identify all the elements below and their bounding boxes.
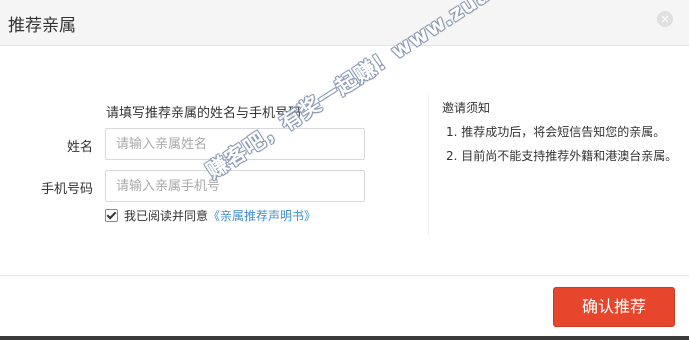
- phone-label: 手机号码: [40, 182, 93, 197]
- notice-item: 1. 推荐成功后，将会短信告知您的亲属。: [446, 125, 666, 139]
- confirm-button[interactable]: 确认推荐: [553, 287, 675, 327]
- notice-item: 2. 目前尚不能支持推荐外籍和港澳台亲属。: [446, 149, 678, 163]
- agree-text: 我已阅读并同意: [124, 209, 209, 223]
- footer-divider: [0, 275, 689, 276]
- agree-checkbox[interactable]: [105, 209, 118, 222]
- close-icon[interactable]: ×: [657, 11, 673, 27]
- vertical-divider: [428, 95, 429, 235]
- terms-link[interactable]: 《亲属推荐声明书》: [208, 207, 316, 224]
- name-label: 姓名: [66, 140, 93, 155]
- bottom-bar: [0, 336, 689, 340]
- name-input[interactable]: [105, 128, 365, 160]
- form-instruction: 请填写推荐亲属的姓名与手机号码: [106, 106, 302, 121]
- agreement-row: 我已阅读并同意 《亲属推荐声明书》: [105, 207, 316, 224]
- phone-input[interactable]: [105, 170, 365, 202]
- notice-title: 邀请须知: [442, 101, 491, 115]
- dialog-header: 推荐亲属 ×: [0, 0, 689, 46]
- dialog-title: 推荐亲属: [8, 16, 76, 36]
